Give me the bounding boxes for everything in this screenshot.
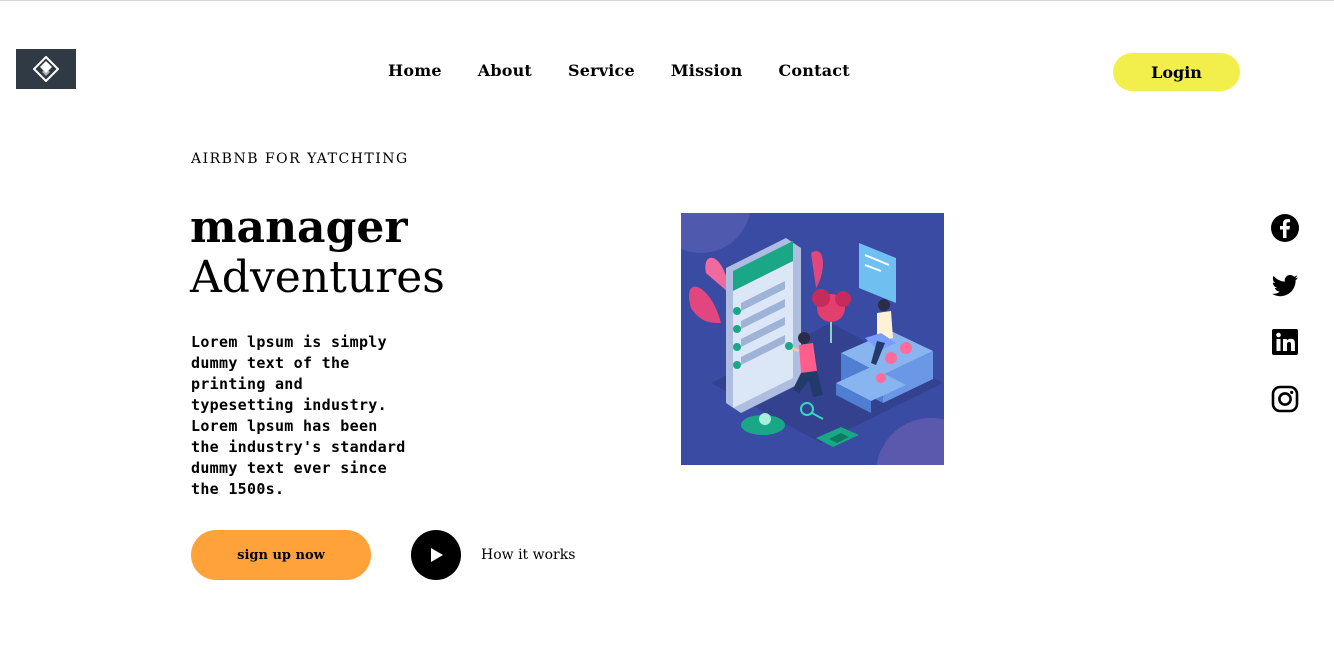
social-links bbox=[1270, 213, 1300, 414]
nav-mission[interactable]: Mission bbox=[671, 61, 743, 80]
signup-button[interactable]: sign up now bbox=[191, 530, 371, 580]
logo-icon bbox=[33, 56, 59, 82]
twitter-icon[interactable] bbox=[1270, 270, 1300, 300]
play-icon bbox=[431, 548, 443, 562]
nav-service[interactable]: Service bbox=[568, 61, 635, 80]
login-button[interactable]: Login bbox=[1113, 53, 1240, 91]
hero-description: Lorem lpsum is simply dummy text of the … bbox=[191, 333, 406, 498]
instagram-icon[interactable] bbox=[1270, 384, 1300, 414]
play-button[interactable] bbox=[411, 530, 461, 580]
hero-illustration bbox=[681, 213, 944, 465]
nav-about[interactable]: About bbox=[478, 61, 532, 80]
hero-title-line2: Adventures bbox=[190, 252, 445, 303]
facebook-icon[interactable] bbox=[1270, 213, 1300, 243]
hero-title-line1: manager bbox=[190, 202, 408, 253]
hero-title: manager Adventures bbox=[190, 203, 445, 303]
nav-home[interactable]: Home bbox=[388, 61, 442, 80]
hero-eyebrow: AIRBNB FOR YATCHTING bbox=[191, 151, 409, 167]
logo[interactable] bbox=[16, 49, 76, 89]
mobile-app-illustration bbox=[681, 213, 944, 465]
how-it-works-link[interactable]: How it works bbox=[481, 547, 575, 563]
nav-contact[interactable]: Contact bbox=[778, 61, 849, 80]
linkedin-icon[interactable] bbox=[1270, 327, 1300, 357]
main-nav: Home About Service Mission Contact bbox=[388, 61, 850, 80]
